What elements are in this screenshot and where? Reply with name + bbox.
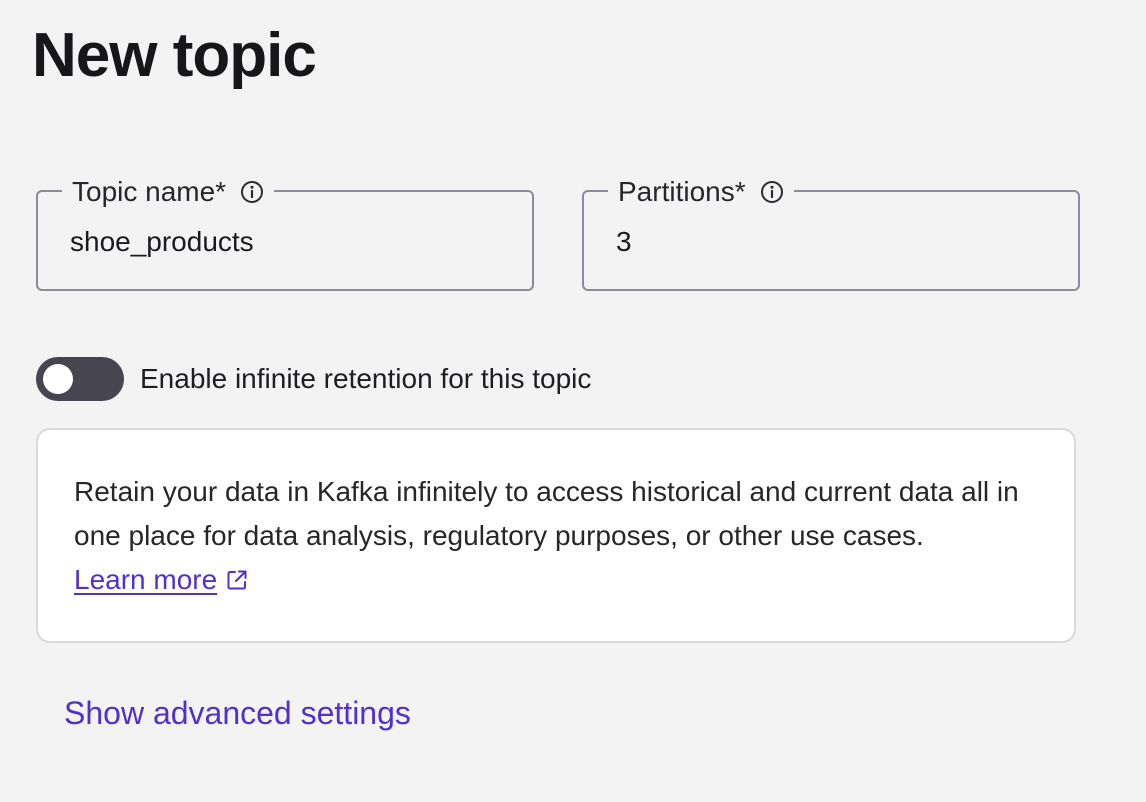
- external-link-icon: [227, 570, 247, 590]
- retention-toggle-row: Enable infinite retention for this topic: [36, 357, 591, 401]
- learn-more-link[interactable]: Learn more: [74, 564, 249, 596]
- infinite-retention-toggle[interactable]: [36, 357, 124, 401]
- partitions-field[interactable]: Partitions*: [582, 175, 1080, 291]
- partitions-input[interactable]: [616, 224, 1036, 260]
- show-advanced-settings-link[interactable]: Show advanced settings: [64, 692, 411, 734]
- partitions-label: Partitions*: [618, 176, 746, 207]
- toggle-knob: [43, 364, 73, 394]
- partitions-legend: Partitions*: [608, 175, 794, 209]
- retention-info-box: Retain your data in Kafka infinitely to …: [36, 428, 1076, 643]
- infinite-retention-label: Enable infinite retention for this topic: [140, 363, 592, 394]
- topic-name-label: Topic name*: [72, 176, 227, 207]
- info-icon[interactable]: [760, 180, 784, 204]
- info-icon[interactable]: [240, 180, 264, 204]
- learn-more-label: Learn more: [74, 564, 218, 595]
- page-title: New topic: [32, 21, 317, 90]
- topic-name-input[interactable]: [70, 224, 490, 260]
- topic-name-field[interactable]: Topic name*: [36, 175, 534, 291]
- retention-description: Retain your data in Kafka infinitely to …: [74, 476, 1019, 551]
- topic-name-legend: Topic name*: [62, 175, 275, 209]
